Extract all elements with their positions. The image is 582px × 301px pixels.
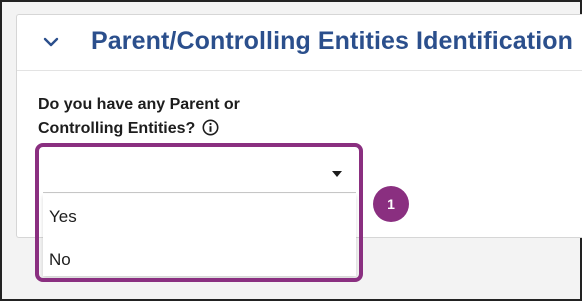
- dropdown-options-list: Yes No: [43, 194, 356, 276]
- chevron-down-icon[interactable]: [42, 35, 60, 49]
- section-title: Parent/Controlling Entities Identificati…: [91, 27, 573, 55]
- question-line-1: Do you have any Parent or: [38, 96, 240, 113]
- dropdown-option-yes[interactable]: Yes: [49, 207, 77, 227]
- screenshot-frame: Parent/Controlling Entities Identificati…: [0, 0, 582, 301]
- question-line-2: Controlling Entities?: [38, 117, 338, 141]
- info-circle-icon[interactable]: [202, 119, 219, 136]
- section-header[interactable]: Parent/Controlling Entities Identificati…: [17, 15, 582, 71]
- question-line-2-text: Controlling Entities?: [38, 120, 196, 137]
- question-label: Do you have any Parent or Controlling En…: [38, 93, 338, 141]
- caret-down-icon[interactable]: [332, 171, 342, 177]
- step-callout-badge: 1: [373, 186, 409, 222]
- parent-entities-dropdown[interactable]: [43, 155, 356, 193]
- dropdown-option-no[interactable]: No: [49, 250, 71, 270]
